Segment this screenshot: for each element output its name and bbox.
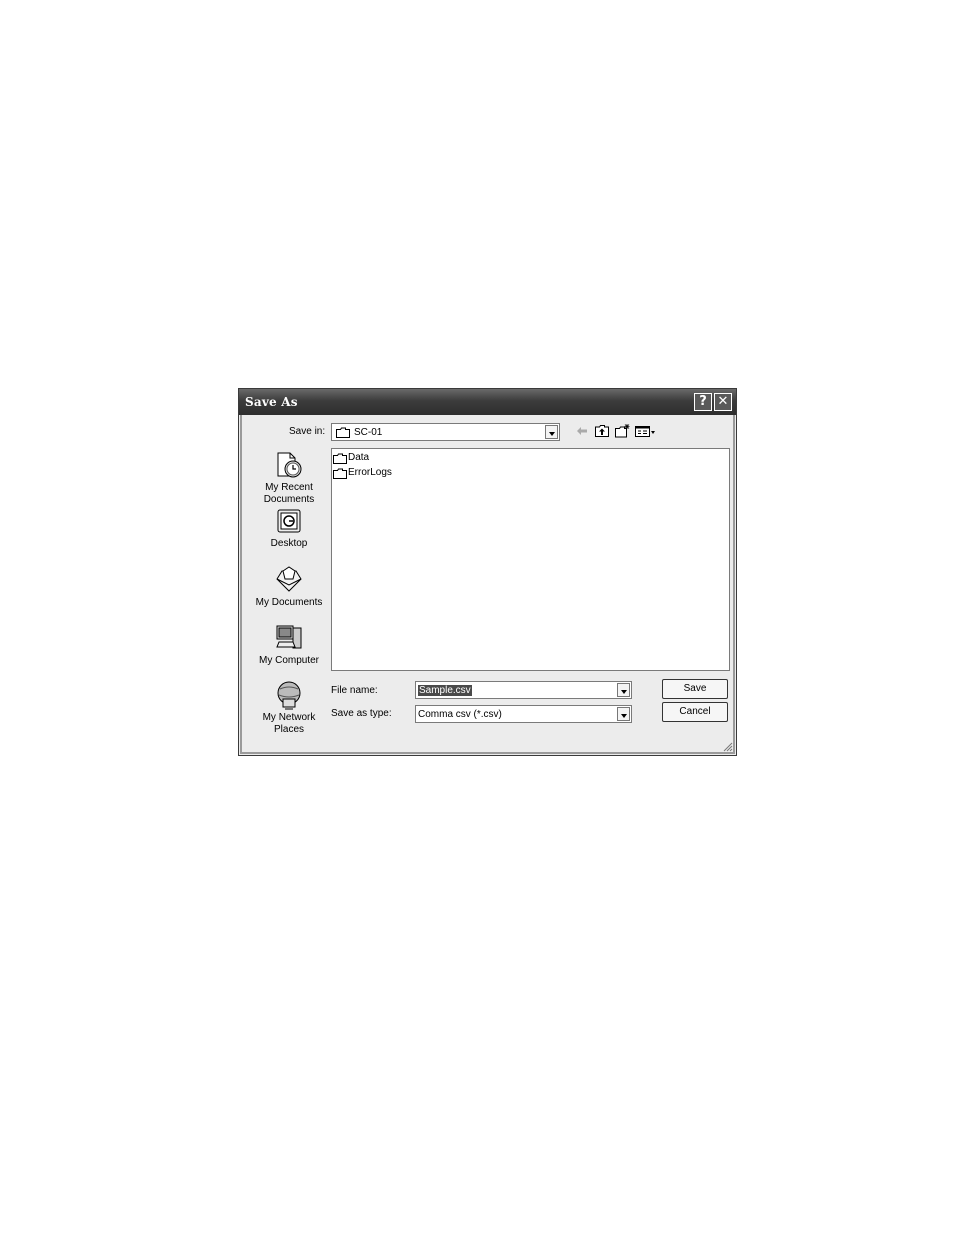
save-as-type-label: Save as type:: [331, 708, 392, 719]
place-label: Desktop: [270, 538, 308, 549]
help-button[interactable]: ?: [694, 393, 712, 411]
resize-grip-icon[interactable]: [723, 742, 733, 752]
close-button[interactable]: ✕: [714, 393, 732, 411]
save-as-type-value: Comma csv (*.csv): [418, 709, 502, 720]
title-bar[interactable]: Save As ? ✕: [239, 389, 736, 415]
place-label: My Documents: [255, 597, 323, 608]
folder-icon: [333, 468, 347, 479]
file-name-field[interactable]: Sample.csv: [415, 681, 632, 699]
chevron-down-icon[interactable]: [545, 425, 558, 439]
place-label: My Network Places: [262, 712, 316, 735]
save-in-label: Save in:: [289, 426, 326, 437]
save-button[interactable]: Save: [662, 679, 728, 699]
up-one-level-icon[interactable]: [595, 424, 609, 438]
chevron-down-icon[interactable]: [617, 683, 630, 697]
dialog-title: Save As: [245, 395, 298, 409]
file-name-label: File name:: [331, 685, 378, 696]
folder-icon: [333, 453, 347, 464]
file-name-value[interactable]: Sample.csv: [418, 685, 472, 696]
network-places-icon: [277, 681, 301, 710]
save-in-dropdown[interactable]: SC-01: [331, 423, 560, 441]
my-documents-icon: [276, 566, 302, 592]
new-folder-icon[interactable]: [615, 424, 630, 438]
place-my-recent-documents[interactable]: My Recent Documents: [249, 450, 329, 506]
place-desktop[interactable]: Desktop: [249, 508, 329, 550]
place-my-computer[interactable]: My Computer: [249, 623, 329, 667]
place-my-documents[interactable]: My Documents: [249, 565, 329, 609]
chevron-down-icon[interactable]: [617, 707, 630, 721]
file-name: Data: [348, 452, 370, 463]
save-as-type-dropdown[interactable]: Comma csv (*.csv): [415, 705, 632, 723]
view-menu-icon[interactable]: [635, 424, 657, 438]
save-in-value: SC-01: [354, 427, 383, 438]
cancel-button[interactable]: Cancel: [662, 702, 728, 722]
save-as-dialog: Save As ? ✕ Save in: SC-01 My Recent Doc…: [238, 388, 737, 756]
place-label: My Recent Documents: [263, 482, 315, 505]
recent-documents-icon: [277, 452, 302, 478]
my-computer-icon: [276, 625, 302, 649]
place-label: My Computer: [258, 655, 319, 666]
folder-icon: [336, 427, 350, 438]
desktop-icon: [277, 509, 301, 533]
back-arrow-icon[interactable]: [576, 424, 588, 438]
file-list[interactable]: Data ErrorLogs: [331, 448, 730, 671]
file-name: ErrorLogs: [348, 467, 392, 478]
place-my-network-places[interactable]: My Network Places: [249, 680, 329, 736]
